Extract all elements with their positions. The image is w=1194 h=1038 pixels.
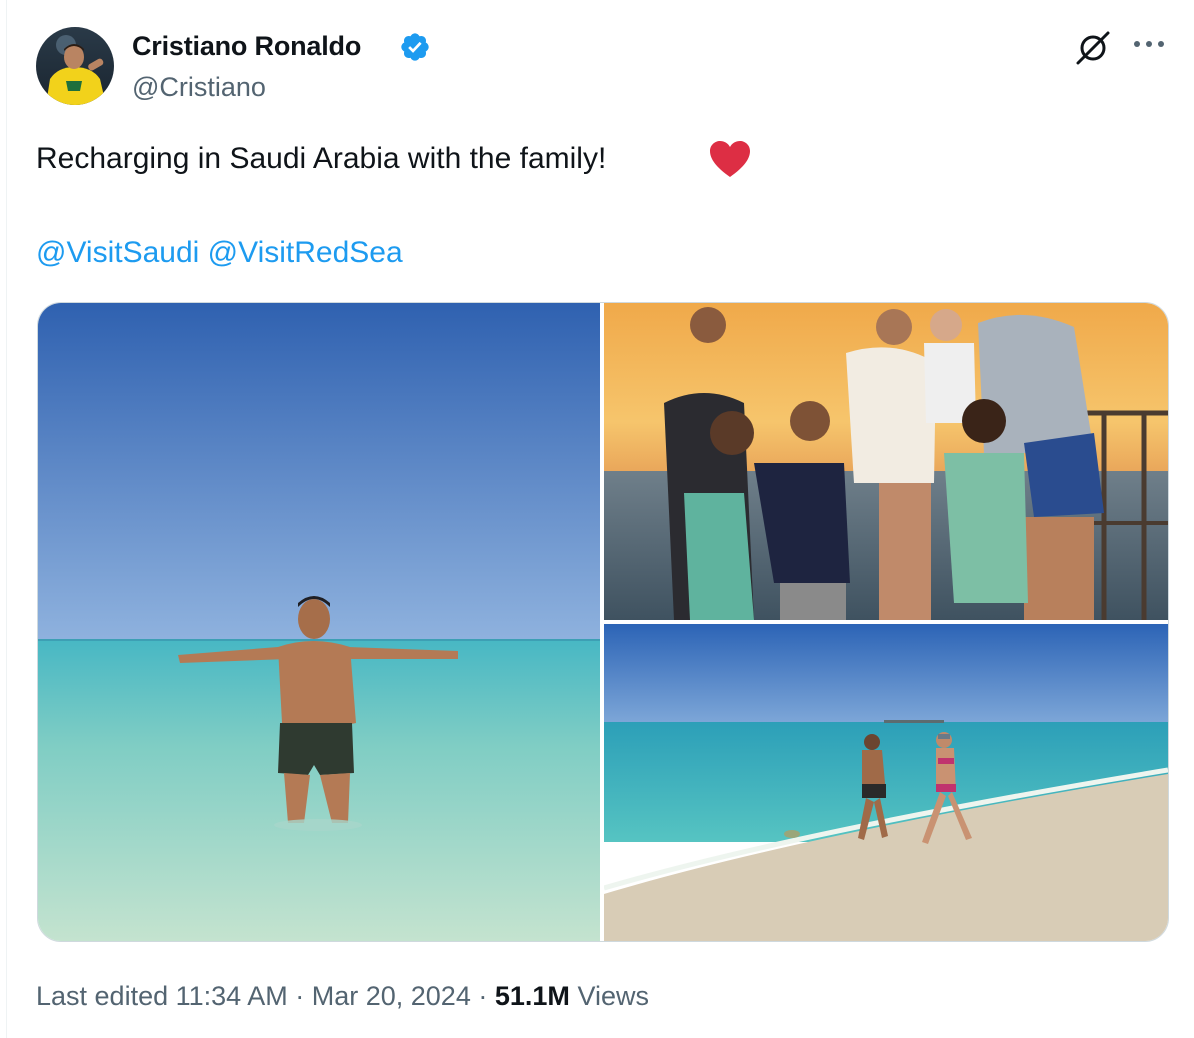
verified-badge-icon bbox=[401, 33, 429, 61]
tweet-date: Mar 20, 2024 bbox=[311, 981, 471, 1011]
edited-label: Last edited bbox=[36, 981, 169, 1011]
media-grid bbox=[37, 302, 1169, 942]
mention-link[interactable]: @VisitRedSea bbox=[208, 236, 403, 269]
tweet-metadata: Last edited 11:34 AM · Mar 20, 2024 · 51… bbox=[36, 978, 649, 1014]
meta-separator: · bbox=[478, 981, 488, 1011]
timeline-divider bbox=[6, 0, 7, 1038]
avatar[interactable] bbox=[36, 27, 114, 105]
mention-link[interactable]: @VisitSaudi bbox=[36, 236, 199, 269]
author-handle[interactable]: @Cristiano bbox=[132, 70, 266, 104]
tweet-text: Recharging in Saudi Arabia with the fami… bbox=[36, 142, 607, 175]
photo-beach-run[interactable] bbox=[604, 624, 1168, 941]
tweet-time: 11:34 AM bbox=[175, 981, 288, 1011]
timestamp-link[interactable]: 11:34 AM · Mar 20, 2024 bbox=[176, 981, 471, 1011]
red-heart-emoji-icon bbox=[710, 141, 750, 177]
grok-icon[interactable] bbox=[1074, 30, 1112, 66]
author-name[interactable]: Cristiano Ronaldo bbox=[132, 28, 361, 64]
tweet-mentions: @VisitSaudi @VisitRedSea bbox=[36, 234, 403, 272]
views-label: Views bbox=[577, 981, 649, 1011]
meta-separator: · bbox=[295, 981, 305, 1011]
more-icon[interactable] bbox=[1132, 34, 1166, 54]
views-count: 51.1M bbox=[494, 981, 570, 1011]
photo-family-sunset[interactable] bbox=[604, 303, 1168, 620]
photo-beach-pose[interactable] bbox=[38, 303, 600, 941]
